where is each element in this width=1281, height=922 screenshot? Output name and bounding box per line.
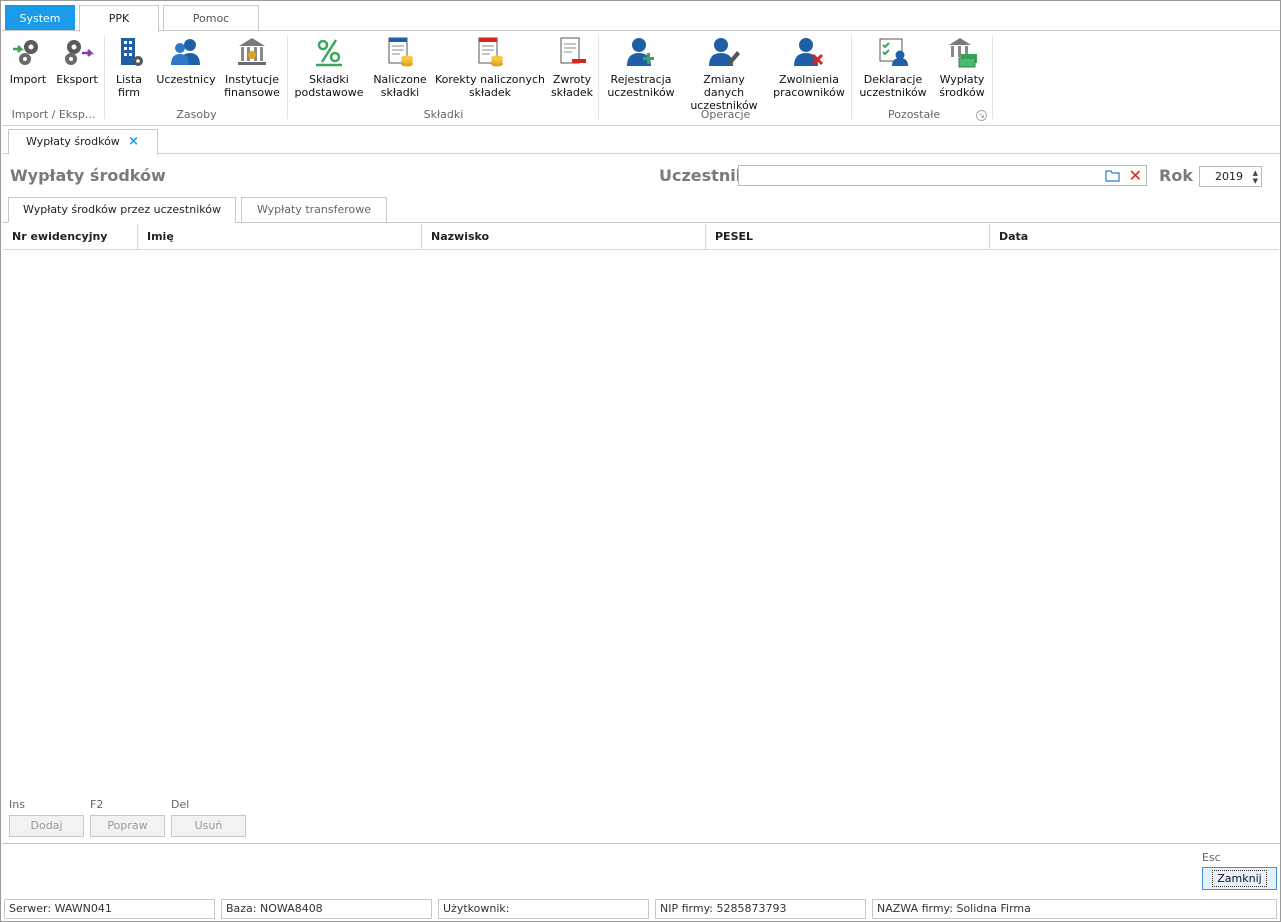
users-icon [171, 39, 200, 65]
bank-icon [238, 38, 266, 65]
column-pesel[interactable]: PESEL [706, 224, 990, 250]
tab-ppk[interactable]: PPK [79, 5, 159, 32]
group-import-export: Import Eksport Import / Eksp... [2, 31, 105, 126]
group-label: Pozostałe [887, 108, 941, 121]
group-label: Operacje [700, 108, 751, 121]
status-database: Baza: NOWA8408 [221, 899, 432, 919]
status-company: NAZWA firmy: Solidna Firma [872, 899, 1277, 919]
deklaracje-button[interactable]: Deklaracje uczestników [858, 35, 928, 99]
declaration-icon [879, 38, 908, 66]
wyplaty-srodkow-label: Wypłaty środków [939, 73, 985, 99]
column-data[interactable]: Data [990, 224, 1279, 250]
close-button[interactable]: Zamknij [1202, 867, 1277, 890]
document-coins-icon [388, 37, 413, 67]
rejestracja-button[interactable]: Rejestracja uczestników [603, 35, 679, 99]
close-button-label: Zamknij [1212, 870, 1267, 887]
group-operacje: Rejestracja uczestników Zmiany danych uc… [599, 31, 852, 126]
hotkey-del: Del [171, 798, 190, 811]
column-nazwisko[interactable]: Nazwisko [422, 224, 706, 250]
uczestnik-input[interactable]: ✕ [738, 165, 1147, 186]
ribbon-tabs: System PPK Pomoc [2, 2, 1280, 32]
ribbon-launcher-icon[interactable]: ↘ [976, 110, 987, 121]
rejestracja-label: Rejestracja uczestników [607, 73, 675, 99]
delete-button[interactable]: Usuń [171, 815, 246, 837]
percent-icon [316, 39, 342, 67]
group-label: Składki [423, 108, 464, 121]
bank-money-icon [949, 38, 977, 68]
skladki-podstawowe-label: Składki podstawowe [294, 73, 364, 99]
zwolnienia-label: Zwolnienia pracowników [773, 73, 845, 99]
gears-import-icon [13, 40, 38, 65]
zmiany-danych-label: Zmiany danych uczestników [690, 73, 758, 112]
tab-wyplaty-przez-uczestnikow[interactable]: Wypłaty środków przez uczestników [8, 197, 236, 223]
rok-value: 2019 [1215, 170, 1243, 183]
group-separator [992, 35, 993, 119]
instytucje-label: Instytucje finansowe [224, 73, 280, 99]
app-window: System PPK Pomoc Import Eksport Import /… [0, 0, 1281, 922]
user-add-icon [627, 38, 654, 66]
column-imie[interactable]: Imię [138, 224, 422, 250]
close-tab-icon[interactable]: × [128, 130, 139, 154]
document-minus-icon [560, 37, 586, 64]
skladki-podstawowe-button[interactable]: Składki podstawowe [292, 35, 366, 99]
group-label: Import / Eksp... [11, 108, 96, 121]
user-remove-icon [794, 38, 824, 66]
import-label: Import [9, 73, 47, 86]
lista-firm-button[interactable]: Lista firm [109, 35, 149, 99]
group-zasoby: Lista firm Uczestnicy Instytucje finanso… [105, 31, 288, 126]
instytucje-button[interactable]: Instytucje finansowe [221, 35, 283, 99]
tab-wyplaty-transferowe[interactable]: Wypłaty transferowe [241, 197, 387, 223]
add-button[interactable]: Dodaj [9, 815, 84, 837]
spin-down-icon[interactable]: ▼ [1253, 177, 1258, 185]
user-edit-icon [709, 38, 740, 66]
import-button[interactable]: Import [6, 35, 50, 86]
tab-wyplaty-srodkow[interactable]: Wypłaty środków × [8, 129, 158, 155]
ribbon: Import Eksport Import / Eksp... Lista fi… [2, 30, 1280, 126]
korekty-label: Korekty naliczonych składek [434, 73, 545, 99]
uczestnik-label: Uczestnik [659, 166, 747, 185]
rok-label: Rok [1159, 166, 1193, 185]
page-title: Wypłaty środków [10, 166, 166, 185]
document-tabs: Wypłaty środków × [2, 126, 1280, 155]
zwroty-button[interactable]: Zwroty składek [550, 35, 594, 99]
status-nip: NIP firmy: 5285873793 [655, 899, 866, 919]
zmiany-danych-button[interactable]: Zmiany danych uczestników [683, 35, 765, 112]
hotkey-f2: F2 [90, 798, 104, 811]
zwolnienia-button[interactable]: Zwolnienia pracowników [771, 35, 847, 99]
group-skladki: Składki podstawowe Naliczone składki Kor… [288, 31, 599, 126]
uczestnicy-button[interactable]: Uczestnicy [155, 35, 217, 86]
grid-header: Nr ewidencyjny Imię Nazwisko PESEL Data [3, 224, 1279, 250]
deklaracje-label: Deklaracje uczestników [859, 73, 927, 99]
hotkey-ins: Ins [9, 798, 25, 811]
export-button[interactable]: Eksport [54, 35, 100, 86]
edit-button[interactable]: Popraw [90, 815, 165, 837]
korekty-button[interactable]: Korekty naliczonych składek [434, 35, 546, 99]
wyplaty-srodkow-button[interactable]: Wypłaty środków [934, 35, 990, 99]
column-nr-ewidencyjny[interactable]: Nr ewidencyjny [3, 224, 138, 250]
uczestnicy-label: Uczestnicy [156, 73, 216, 86]
naliczone-skladki-button[interactable]: Naliczone składki [372, 35, 428, 99]
group-pozostale: Deklaracje uczestników Wypłaty środków P… [852, 31, 993, 126]
zwroty-label: Zwroty składek [550, 73, 594, 99]
group-label: Zasoby [176, 108, 217, 121]
spin-up-icon[interactable]: ▲ [1253, 169, 1258, 177]
status-server: Serwer: WAWN041 [4, 899, 215, 919]
clear-icon[interactable]: ✕ [1129, 167, 1142, 185]
tab-pomoc[interactable]: Pomoc [163, 5, 259, 31]
doc-tab-label: Wypłaty środków [26, 135, 120, 148]
divider [2, 843, 1280, 844]
hotkey-esc: Esc [1202, 851, 1221, 864]
export-label: Eksport [56, 73, 98, 86]
folder-icon[interactable] [1105, 169, 1120, 182]
status-user: Użytkownik: [438, 899, 649, 919]
tab-system[interactable]: System [5, 5, 75, 31]
document-coins-red-icon [478, 37, 503, 67]
naliczone-skladki-label: Naliczone składki [373, 73, 427, 99]
rok-stepper[interactable]: 2019 ▲ ▼ [1199, 166, 1262, 187]
lista-firm-label: Lista firm [116, 73, 142, 99]
gears-export-icon [65, 40, 94, 65]
building-icon [121, 38, 143, 66]
